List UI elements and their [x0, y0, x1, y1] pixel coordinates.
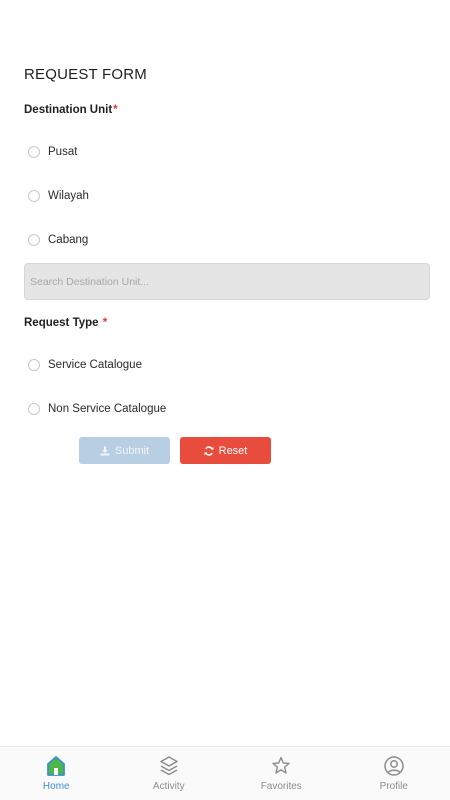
request-type-label: Request Type *: [24, 317, 107, 329]
radio-button[interactable]: [28, 190, 40, 202]
radio-option-service-catalogue[interactable]: Service Catalogue: [28, 356, 142, 374]
radio-button[interactable]: [28, 359, 40, 371]
submit-label: Submit: [114, 444, 150, 457]
radio-option-cabang[interactable]: Cabang: [28, 231, 88, 249]
nav-label: Profile: [379, 781, 408, 792]
radio-button[interactable]: [28, 146, 40, 158]
radio-button[interactable]: [28, 234, 40, 246]
nav-label: Favorites: [260, 781, 302, 792]
destination-unit-label: Destination Unit*: [24, 104, 118, 116]
request-form-page: REQUEST FORM Destination Unit* Pusat Wil…: [0, 0, 450, 800]
required-mark: *: [102, 317, 108, 329]
request-type-label-text: Request Type: [24, 317, 102, 329]
submit-button[interactable]: Submit: [79, 437, 170, 464]
search-destination-input[interactable]: [24, 263, 430, 300]
radio-label: Cabang: [48, 234, 89, 246]
refresh-icon: [204, 445, 214, 456]
nav-item-profile[interactable]: Profile: [338, 747, 450, 800]
page-title: REQUEST FORM: [24, 66, 147, 83]
nav-item-home[interactable]: Home: [0, 747, 113, 800]
nav-label: Activity: [152, 781, 185, 792]
star-icon: [270, 754, 292, 778]
layers-icon: [158, 754, 180, 778]
profile-icon: [383, 754, 405, 778]
home-icon: [45, 754, 67, 778]
radio-button[interactable]: [28, 403, 40, 415]
destination-unit-label-text: Destination Unit: [24, 104, 113, 116]
radio-label: Service Catalogue: [48, 359, 142, 371]
nav-item-activity[interactable]: Activity: [113, 747, 226, 800]
radio-option-pusat[interactable]: Pusat: [28, 143, 77, 161]
download-icon: [100, 446, 110, 456]
required-mark: *: [113, 104, 118, 116]
radio-label: Non Service Catalogue: [48, 403, 167, 415]
nav-label: Home: [42, 781, 70, 792]
radio-label: Wilayah: [48, 190, 89, 202]
radio-option-wilayah[interactable]: Wilayah: [28, 187, 89, 205]
nav-item-favorites[interactable]: Favorites: [225, 747, 338, 800]
bottom-navigation: Home Activity Favorites Profile: [0, 746, 450, 800]
reset-button[interactable]: Reset: [180, 437, 271, 464]
radio-label: Pusat: [48, 146, 78, 158]
reset-label: Reset: [218, 444, 248, 457]
radio-option-non-service-catalogue[interactable]: Non Service Catalogue: [28, 400, 166, 418]
